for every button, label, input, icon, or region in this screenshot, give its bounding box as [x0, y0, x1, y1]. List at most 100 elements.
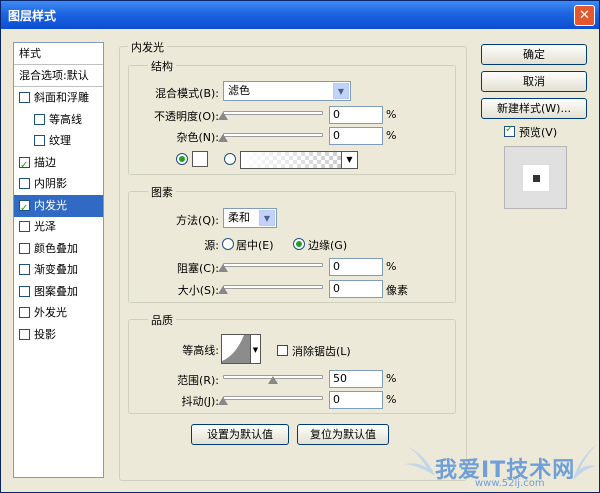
opacity-percent: % — [386, 108, 397, 121]
structure-title: 结构 — [148, 58, 176, 74]
contour-dropdown[interactable]: ▼ — [251, 334, 261, 364]
technique-select[interactable]: 柔和 ▼ — [223, 208, 277, 228]
preview-label[interactable]: 预览(V) — [519, 124, 557, 140]
new-style-button[interactable]: 新建样式(W)... — [481, 98, 587, 119]
size-label: 大小(S): — [177, 284, 219, 297]
gradient-picker[interactable]: ▼ — [240, 151, 358, 169]
source-center-radio[interactable] — [222, 238, 234, 250]
size-slider-track[interactable] — [223, 285, 323, 289]
choke-slider-thumb[interactable] — [218, 264, 228, 272]
style-item-checkbox[interactable] — [34, 135, 45, 146]
styles-header[interactable]: 样式 — [14, 43, 103, 65]
style-item-checkbox[interactable] — [19, 307, 30, 318]
cancel-button[interactable]: 取消 — [481, 71, 587, 92]
noise-slider-track[interactable] — [223, 133, 323, 137]
style-item-label: 纹理 — [49, 134, 71, 147]
style-item-label: 斜面和浮雕 — [34, 91, 89, 104]
style-item[interactable]: 纹理 — [14, 130, 103, 152]
choke-input[interactable]: 0 — [329, 258, 383, 276]
make-default-button[interactable]: 设置为默认值 — [191, 424, 289, 445]
jitter-slider-track[interactable] — [223, 396, 323, 400]
style-item[interactable]: 等高线 — [14, 109, 103, 131]
style-item-checkbox[interactable] — [19, 285, 30, 297]
preview-checkbox[interactable] — [504, 124, 515, 137]
style-item-checkbox[interactable] — [19, 242, 30, 254]
blend-mode-label: 混合模式(B): — [155, 87, 219, 100]
style-item-label: 等高线 — [49, 112, 82, 126]
style-item[interactable]: 渐变叠加 — [14, 259, 103, 281]
chevron-down-icon: ▼ — [259, 210, 275, 226]
range-label: 范围(R): — [177, 374, 219, 387]
opacity-slider-thumb[interactable] — [218, 112, 228, 120]
technique-value: 柔和 — [228, 211, 250, 224]
reset-default-button[interactable]: 复位为默认值 — [297, 424, 389, 445]
style-item-checkbox[interactable] — [34, 113, 45, 125]
style-item-label: 渐变叠加 — [34, 263, 78, 276]
inner-glow-title: 内发光 — [128, 39, 167, 55]
size-unit: 像素 — [386, 284, 408, 297]
source-label: 源: — [204, 239, 219, 252]
range-percent: % — [386, 372, 397, 385]
anti-alias-checkbox[interactable] — [277, 345, 288, 356]
range-slider-thumb[interactable] — [268, 376, 278, 384]
size-input[interactable]: 0 — [329, 280, 383, 298]
styles-list: 样式 混合选项:默认 斜面和浮雕等高线纹理描边内阴影内发光光泽颜色叠加渐变叠加图… — [13, 42, 104, 478]
style-item-checkbox[interactable] — [19, 328, 30, 340]
style-item-label: 内发光 — [34, 198, 67, 212]
blending-options-default[interactable]: 混合选项:默认 — [14, 65, 103, 87]
style-item-checkbox[interactable] — [19, 92, 30, 103]
source-edge-radio[interactable] — [293, 238, 305, 250]
style-item-label: 光泽 — [34, 220, 56, 233]
choke-slider-track[interactable] — [223, 263, 323, 267]
size-slider-thumb[interactable] — [218, 286, 228, 294]
style-item[interactable]: 投影 — [14, 324, 103, 346]
solid-color-radio[interactable] — [176, 153, 188, 165]
style-item-checkbox[interactable] — [19, 198, 30, 217]
noise-label: 杂色(N): — [176, 131, 219, 144]
preview-dot — [533, 175, 540, 182]
style-item[interactable]: 光泽 — [14, 216, 103, 238]
noise-percent: % — [386, 129, 397, 142]
source-edge-label[interactable]: 边缘(G) — [308, 237, 347, 253]
anti-alias-label[interactable]: 消除锯齿(L) — [292, 343, 351, 359]
technique-label: 方法(Q): — [176, 214, 219, 227]
elements-title: 图素 — [148, 184, 176, 200]
style-item[interactable]: 内阴影 — [14, 173, 103, 195]
glow-color-swatch[interactable] — [192, 151, 208, 167]
jitter-slider-thumb[interactable] — [218, 397, 228, 405]
watermark-url: www.52ij.com — [475, 478, 545, 489]
range-input[interactable]: 50 — [329, 370, 383, 388]
style-item-checkbox[interactable] — [19, 264, 30, 275]
contour-label: 等高线: — [182, 344, 219, 357]
opacity-label: 不透明度(O): — [154, 110, 219, 123]
blend-mode-select[interactable]: 滤色 ▼ — [223, 81, 351, 101]
opacity-slider-track[interactable] — [223, 111, 323, 115]
style-item[interactable]: 描边 — [14, 152, 103, 174]
preview-swatch — [522, 164, 550, 192]
style-item-label: 外发光 — [34, 306, 67, 319]
style-item[interactable]: 外发光 — [14, 302, 103, 324]
style-item-checkbox[interactable] — [19, 155, 30, 174]
style-item[interactable]: 颜色叠加 — [14, 238, 103, 260]
layer-style-dialog: 图层样式 ✕ 样式 混合选项:默认 斜面和浮雕等高线纹理描边内阴影内发光光泽颜色… — [0, 0, 600, 493]
style-item[interactable]: 图案叠加 — [14, 281, 103, 303]
opacity-input[interactable]: 0 — [329, 106, 383, 124]
style-item-checkbox[interactable] — [19, 221, 30, 232]
style-item[interactable]: 内发光 — [14, 194, 103, 217]
noise-input[interactable]: 0 — [329, 127, 383, 145]
gradient-radio[interactable] — [224, 153, 236, 165]
choke-label: 阻塞(C): — [177, 262, 219, 275]
contour-preview[interactable] — [221, 334, 251, 364]
noise-slider-thumb[interactable] — [218, 134, 228, 142]
style-item[interactable]: 斜面和浮雕 — [14, 87, 103, 109]
ok-button[interactable]: 确定 — [481, 44, 587, 65]
chevron-down-icon[interactable]: ▼ — [341, 152, 357, 168]
style-item-label: 描边 — [34, 155, 56, 169]
source-center-label[interactable]: 居中(E) — [236, 237, 274, 253]
close-button[interactable]: ✕ — [574, 5, 595, 26]
contour-curve-icon — [222, 335, 250, 363]
window-title: 图层样式 — [8, 9, 57, 23]
title-bar[interactable]: 图层样式 ✕ — [1, 1, 599, 29]
style-item-checkbox[interactable] — [19, 178, 30, 189]
jitter-input[interactable]: 0 — [329, 391, 383, 409]
